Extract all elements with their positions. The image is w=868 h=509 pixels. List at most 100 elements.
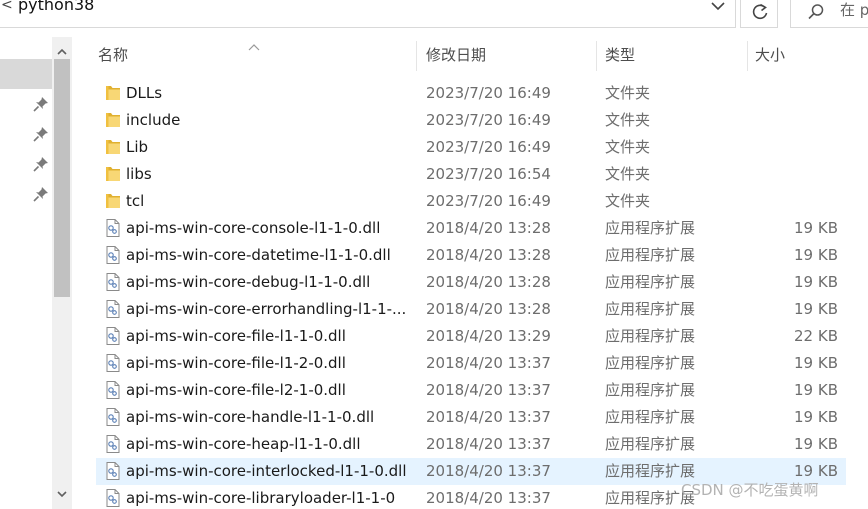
file-name: api-ms-win-core-file-l1-1-0.dll [126,327,346,345]
address-toolbar: < python38 在 p [0,0,868,36]
breadcrumb-chevron-icon[interactable]: < [1,0,13,13]
file-row[interactable]: libs 2023/7/20 16:54 文件夹 [96,161,846,188]
file-name: api-ms-win-core-debug-l1-1-0.dll [126,273,371,291]
file-type: 应用程序扩展 [605,354,696,372]
file-row[interactable]: api-ms-win-core-file-l1-1-0.dll 2018/4/20… [96,323,846,350]
file-modified-date: 2018/4/20 13:28 [426,246,551,264]
file-row[interactable]: tcl 2023/7/20 16:49 文件夹 [96,188,846,215]
chevron-down-icon[interactable] [709,0,727,14]
file-size: 19 KB [794,246,838,264]
file-type: 应用程序扩展 [605,327,696,345]
file-row[interactable]: api-ms-win-core-errorhandling-l1-1-... 20… [96,296,846,323]
file-size: 19 KB [794,435,838,453]
dll-file-icon [104,380,122,400]
column-divider[interactable] [596,41,597,71]
file-name: api-ms-win-core-file-l1-2-0.dll [126,354,346,372]
file-row[interactable]: api-ms-win-core-handle-l1-1-0.dll 2018/4/… [96,404,846,431]
file-modified-date: 2018/4/20 13:28 [426,300,551,318]
file-name: api-ms-win-core-datetime-l1-1-0.dll [126,246,391,264]
file-type: 应用程序扩展 [605,246,696,264]
column-divider[interactable] [416,41,417,71]
file-size: 19 KB [794,408,838,426]
sort-ascending-icon [248,37,260,51]
file-type: 文件夹 [605,165,651,183]
file-type: 文件夹 [605,192,651,210]
file-size [736,107,838,134]
file-type: 文件夹 [605,84,651,102]
watermark: CSDN @不吃蛋黄啊 [681,481,819,499]
file-size: 19 KB [794,381,838,399]
file-modified-date: 2018/4/20 13:37 [426,381,551,399]
file-name: api-ms-win-core-console-l1-1-0.dll [126,219,381,237]
column-header: 名称 修改日期 类型 大小 [72,37,868,73]
file-type: 应用程序扩展 [605,381,696,399]
folder-icon [104,164,122,184]
file-modified-date: 2018/4/20 13:37 [426,435,551,453]
file-modified-date: 2018/4/20 13:28 [426,273,551,291]
search-placeholder: 在 p [840,1,868,19]
file-name: DLLs [126,84,163,102]
file-row[interactable]: DLLs 2023/7/20 16:49 文件夹 [96,80,846,107]
column-header-modified[interactable]: 修改日期 [426,37,486,73]
file-row[interactable]: api-ms-win-core-debug-l1-1-0.dll 2018/4/2… [96,269,846,296]
dll-file-icon [104,407,122,427]
nav-scrollbar[interactable] [52,37,72,509]
folder-icon [104,137,122,157]
file-name: api-ms-win-core-libraryloader-l1-1-0 [126,489,396,507]
file-size: 19 KB [794,273,838,291]
file-modified-date: 2023/7/20 16:49 [426,84,551,102]
file-size: 19 KB [794,354,838,372]
dll-file-icon [104,461,122,481]
file-modified-date: 2018/4/20 13:37 [426,354,551,372]
file-name: api-ms-win-core-handle-l1-1-0.dll [126,408,375,426]
dll-file-icon [104,218,122,238]
file-row[interactable]: include 2023/7/20 16:49 文件夹 [96,107,846,134]
file-size: 22 KB [794,327,838,345]
pin-icon [33,186,49,202]
scrollbar-thumb[interactable] [54,59,70,297]
search-icon [808,4,824,20]
file-modified-date: 2018/4/20 13:37 [426,462,551,480]
file-modified-date: 2023/7/20 16:54 [426,165,551,183]
search-input[interactable]: 在 p [790,0,868,28]
file-size: 19 KB [794,219,838,237]
file-type: 应用程序扩展 [605,435,696,453]
file-row[interactable]: api-ms-win-core-heap-l1-1-0.dll 2018/4/20… [96,431,846,458]
scroll-down-arrow-icon[interactable] [57,485,67,498]
file-type: 文件夹 [605,111,651,129]
address-bar[interactable]: < python38 [0,0,736,28]
file-type: 应用程序扩展 [605,273,696,291]
column-header-type[interactable]: 类型 [605,37,635,73]
navigation-pane[interactable] [0,37,52,509]
file-row[interactable]: api-ms-win-core-console-l1-1-0.dll 2018/4… [96,215,846,242]
folder-icon [104,110,122,130]
file-modified-date: 2018/4/20 13:29 [426,327,551,345]
refresh-icon [752,3,768,20]
file-size [736,134,838,161]
folder-icon [104,83,122,103]
nav-item-selected[interactable] [0,59,52,89]
file-name: api-ms-win-core-errorhandling-l1-1-... [126,300,407,318]
file-modified-date: 2018/4/20 13:37 [426,489,551,507]
breadcrumb-current-folder[interactable]: python38 [18,0,94,15]
column-divider[interactable] [747,41,748,71]
file-size [736,161,838,188]
file-modified-date: 2023/7/20 16:49 [426,138,551,156]
file-size [736,80,838,107]
column-header-size[interactable]: 大小 [755,37,785,73]
column-header-name[interactable]: 名称 [98,37,128,73]
refresh-button[interactable] [740,0,778,28]
file-row[interactable]: api-ms-win-core-file-l1-2-0.dll 2018/4/20… [96,350,846,377]
dll-file-icon [104,353,122,373]
pin-icon [33,96,49,112]
pin-icon [33,126,49,142]
file-name: api-ms-win-core-heap-l1-1-0.dll [126,435,361,453]
file-row[interactable]: api-ms-win-core-datetime-l1-1-0.dll 2018/… [96,242,846,269]
scroll-up-arrow-icon[interactable] [57,43,67,55]
file-row[interactable]: Lib 2023/7/20 16:49 文件夹 [96,134,846,161]
file-name: libs [126,165,152,183]
file-row[interactable]: api-ms-win-core-file-l2-1-0.dll 2018/4/20… [96,377,846,404]
file-type: 应用程序扩展 [605,219,696,237]
file-modified-date: 2018/4/20 13:37 [426,408,551,426]
file-size: 19 KB [794,300,838,318]
